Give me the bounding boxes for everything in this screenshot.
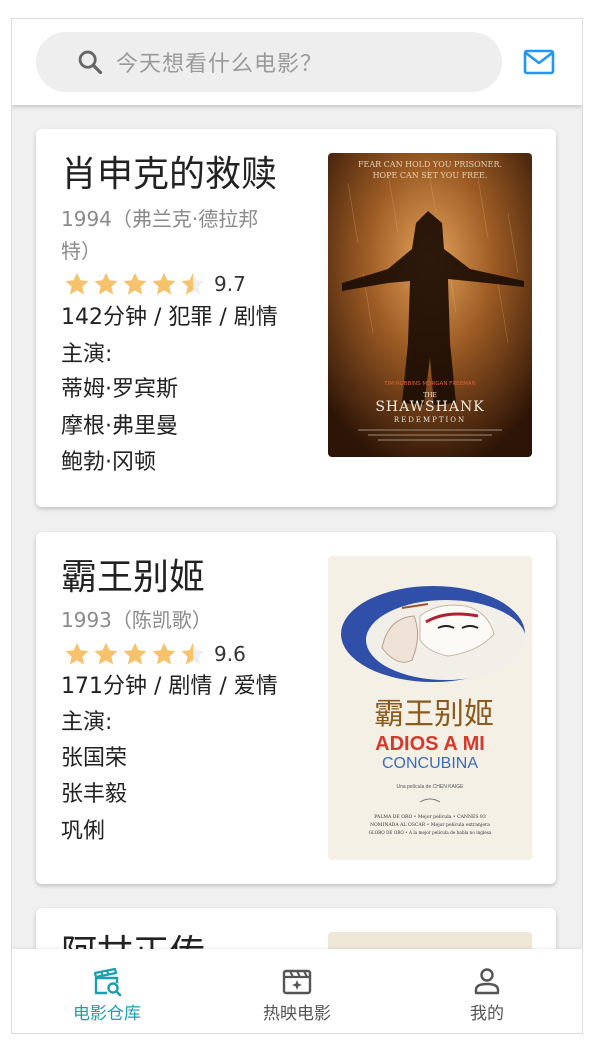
tab-now-showing[interactable]: 热映电影 bbox=[202, 949, 392, 1033]
app-frame: 今天想看什么电影？ 肖申克的救赎 1994（弗兰克·德拉邦特） 9.7 142分… bbox=[12, 19, 582, 1033]
svg-text:TIM ROBBINS MORGAN FREEMAN: TIM ROBBINS MORGAN FREEMAN bbox=[383, 381, 476, 387]
svg-text:ADIOS A MI: ADIOS A MI bbox=[375, 733, 485, 755]
svg-text:PALMA DE ORO • Mejor película: PALMA DE ORO • Mejor película • CANNES 9… bbox=[374, 813, 486, 820]
svg-text:霸王别姬: 霸王别姬 bbox=[374, 697, 494, 732]
svg-text:THE: THE bbox=[423, 392, 437, 399]
movie-year-director: 1994（弗兰克·德拉邦特） bbox=[61, 207, 259, 263]
tab-movie-library[interactable]: 电影仓库 bbox=[12, 949, 202, 1033]
search-bar[interactable]: 今天想看什么电影？ bbox=[36, 32, 502, 92]
rating-score: 9.7 bbox=[214, 272, 246, 296]
svg-text:SHAWSHANK: SHAWSHANK bbox=[375, 399, 484, 415]
movie-title: 霸王别姬 bbox=[61, 557, 206, 598]
rating: 9.6 bbox=[63, 640, 246, 668]
movie-search-icon bbox=[91, 965, 123, 997]
half-star-icon bbox=[181, 272, 205, 295]
star-icon bbox=[123, 272, 147, 295]
movie-card[interactable]: 霸王别姬 1993（陈凯歌） 9.6 171分钟 / 剧情 / 爱情 主演: 张… bbox=[36, 532, 556, 884]
cast-member: 张国荣 bbox=[61, 746, 128, 771]
star-icon bbox=[65, 642, 89, 665]
movie-year-director: 1993（陈凯歌） bbox=[61, 608, 212, 632]
movie-card[interactable]: 肖申克的救赎 1994（弗兰克·德拉邦特） 9.7 142分钟 / 犯罪 / 剧… bbox=[36, 129, 556, 507]
svg-text:HOPE CAN SET YOU FREE.: HOPE CAN SET YOU FREE. bbox=[373, 171, 488, 180]
tab-profile[interactable]: 我的 bbox=[392, 949, 582, 1033]
tab-label: 电影仓库 bbox=[73, 1004, 141, 1024]
movie-poster[interactable]: 霸王别姬 ADIOS A MI CONCUBINA Una película d… bbox=[328, 556, 532, 860]
cast-member: 摩根·弗里曼 bbox=[61, 414, 178, 439]
person-icon bbox=[471, 965, 503, 997]
cast-label: 主演: bbox=[61, 710, 113, 735]
svg-text:REDEMPTION: REDEMPTION bbox=[394, 416, 466, 424]
movie-poster[interactable]: FEAR CAN HOLD YOU PRISONER. HOPE CAN SET… bbox=[328, 153, 532, 457]
cast-label: 主演: bbox=[61, 342, 113, 367]
cast-member: 蒂姆·罗宾斯 bbox=[61, 377, 178, 402]
movie-info: 171分钟 / 剧情 / 爱情 bbox=[61, 674, 278, 699]
poster-text: 霸王别姬 ADIOS A MI CONCUBINA Una película d… bbox=[369, 697, 494, 835]
bottom-navigation: 电影仓库 热映电影 我的 bbox=[12, 949, 582, 1033]
svg-text:Una película de CHEN KAIGE: Una película de CHEN KAIGE bbox=[397, 784, 465, 790]
star-icon bbox=[123, 642, 147, 665]
top-bar: 今天想看什么电影？ bbox=[12, 19, 582, 105]
star-icon bbox=[152, 642, 176, 665]
cast-member: 巩俐 bbox=[61, 819, 106, 844]
rating-score: 9.6 bbox=[214, 642, 246, 666]
svg-text:NOMINADA AL OSCAR • Mejor pelí: NOMINADA AL OSCAR • Mejor película extra… bbox=[370, 821, 490, 828]
tab-label: 热映电影 bbox=[263, 1004, 331, 1024]
star-icon bbox=[152, 272, 176, 295]
svg-text:CONCUBINA: CONCUBINA bbox=[382, 755, 478, 772]
star-icon bbox=[94, 642, 118, 665]
search-placeholder: 今天想看什么电影？ bbox=[116, 52, 324, 77]
mail-icon[interactable] bbox=[520, 45, 558, 79]
star-icon bbox=[65, 272, 89, 295]
rating: 9.7 bbox=[63, 270, 246, 298]
movie-title: 肖申克的救赎 bbox=[61, 154, 278, 195]
svg-text:FEAR CAN HOLD YOU PRISONER.: FEAR CAN HOLD YOU PRISONER. bbox=[358, 160, 502, 169]
clapperboard-icon bbox=[281, 965, 313, 997]
cast-member: 鲍勃·冈顿 bbox=[61, 450, 156, 475]
search-icon bbox=[76, 48, 104, 76]
star-icon bbox=[94, 272, 118, 295]
cast-member: 张丰毅 bbox=[61, 782, 128, 807]
half-star-icon bbox=[181, 642, 205, 665]
svg-text:GLOBO DE ORO • A la mejor pelí: GLOBO DE ORO • A la mejor película de ha… bbox=[369, 830, 492, 835]
movie-info: 142分钟 / 犯罪 / 剧情 bbox=[61, 305, 278, 330]
tab-label: 我的 bbox=[470, 1004, 504, 1024]
